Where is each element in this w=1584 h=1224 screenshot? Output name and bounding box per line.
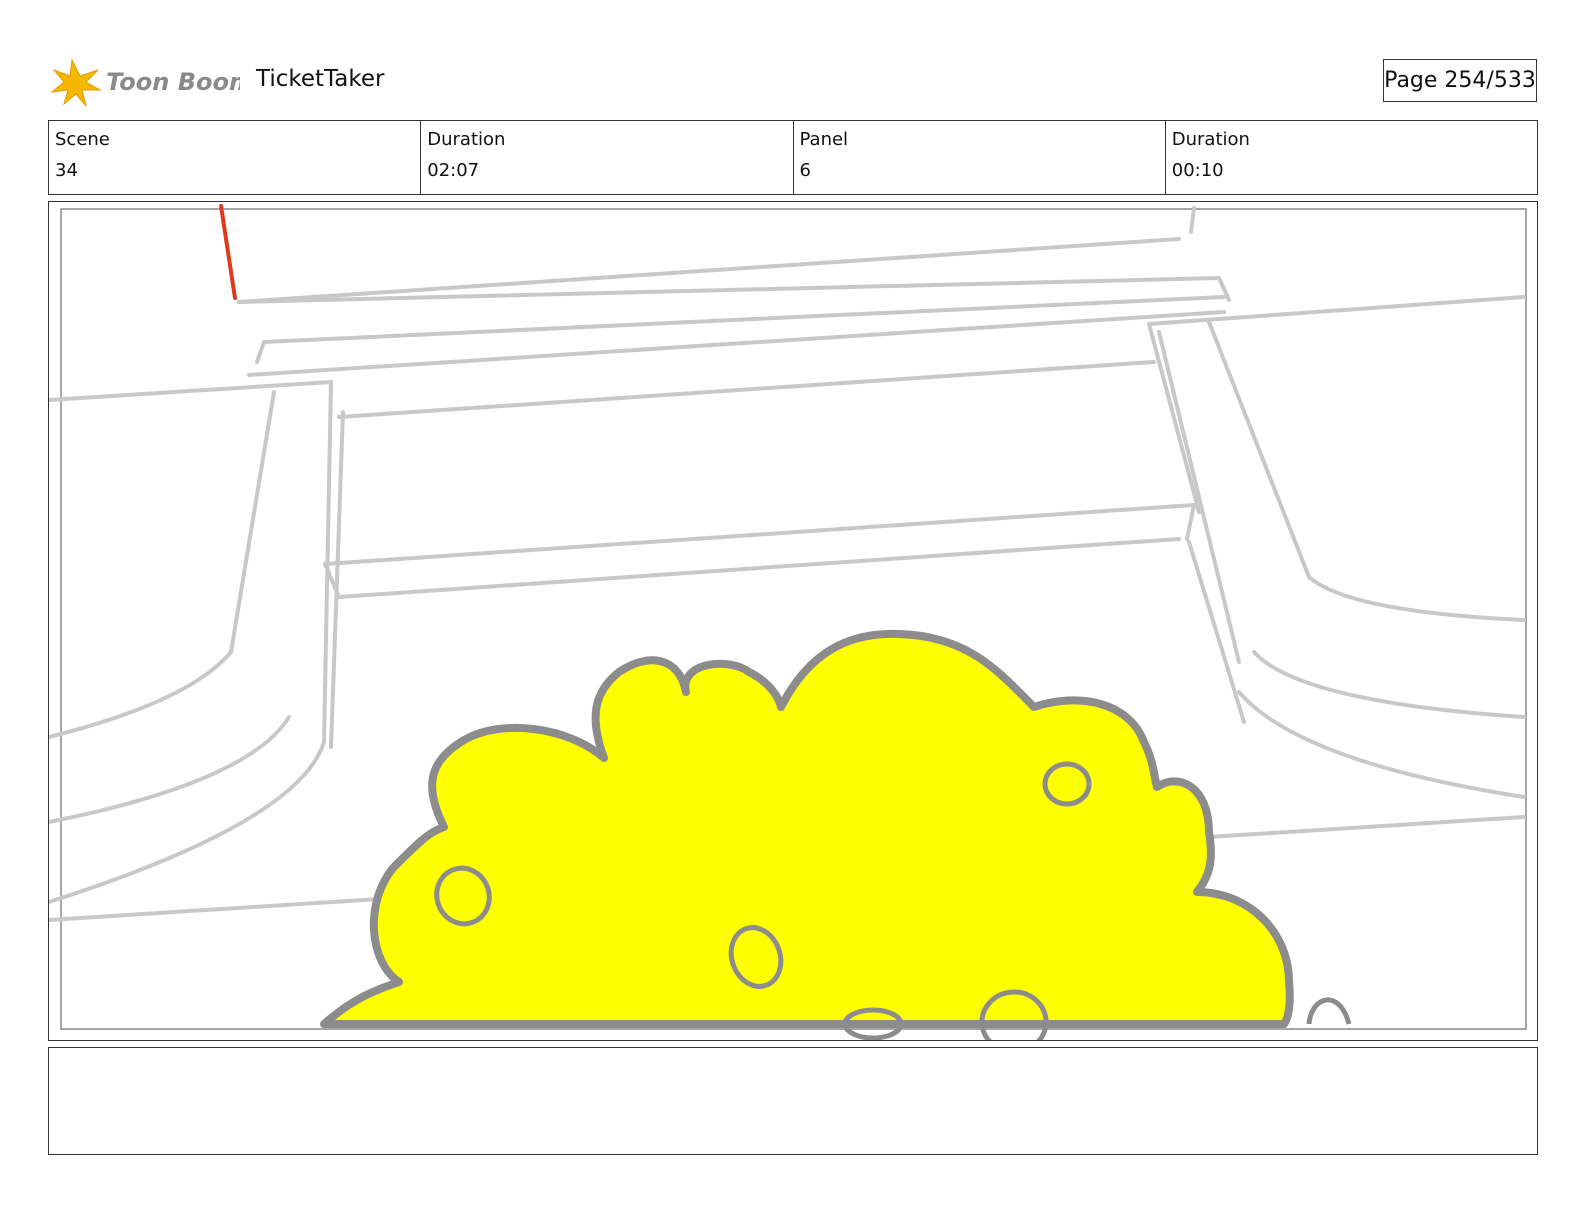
panel-notes-box	[48, 1047, 1538, 1155]
scene-duration-label: Duration	[427, 129, 506, 150]
scene-duration-cell: Duration 02:07	[420, 121, 792, 194]
red-marker-line	[219, 204, 237, 300]
panel-duration-cell: Duration 00:10	[1164, 121, 1537, 194]
project-title: TicketTaker	[256, 66, 385, 92]
panel-sketch	[49, 204, 1527, 1040]
panel-label: Panel	[799, 129, 849, 150]
page-number-label: Page 254/533	[1383, 59, 1537, 102]
panel-info-table: Scene 34 Duration 02:07 Panel 6 Duration…	[48, 120, 1538, 195]
logo-text: Toon Boom	[106, 68, 240, 96]
toon-boom-logo: Toon Boom	[50, 56, 254, 108]
scene-value: 34	[55, 160, 78, 181]
panel-value: 6	[799, 160, 811, 181]
panel-cell: Panel 6	[792, 121, 1165, 194]
scene-duration-value: 02:07	[427, 160, 480, 181]
toon-boom-starburst-icon: Toon Boom	[50, 58, 254, 107]
scene-cell: Scene 34	[49, 121, 420, 194]
storyboard-panel	[48, 201, 1538, 1041]
scene-label: Scene	[55, 129, 110, 150]
panel-duration-value: 00:10	[1171, 160, 1224, 181]
smoke-cloud	[320, 629, 1294, 1028]
panel-duration-label: Duration	[1171, 129, 1250, 150]
